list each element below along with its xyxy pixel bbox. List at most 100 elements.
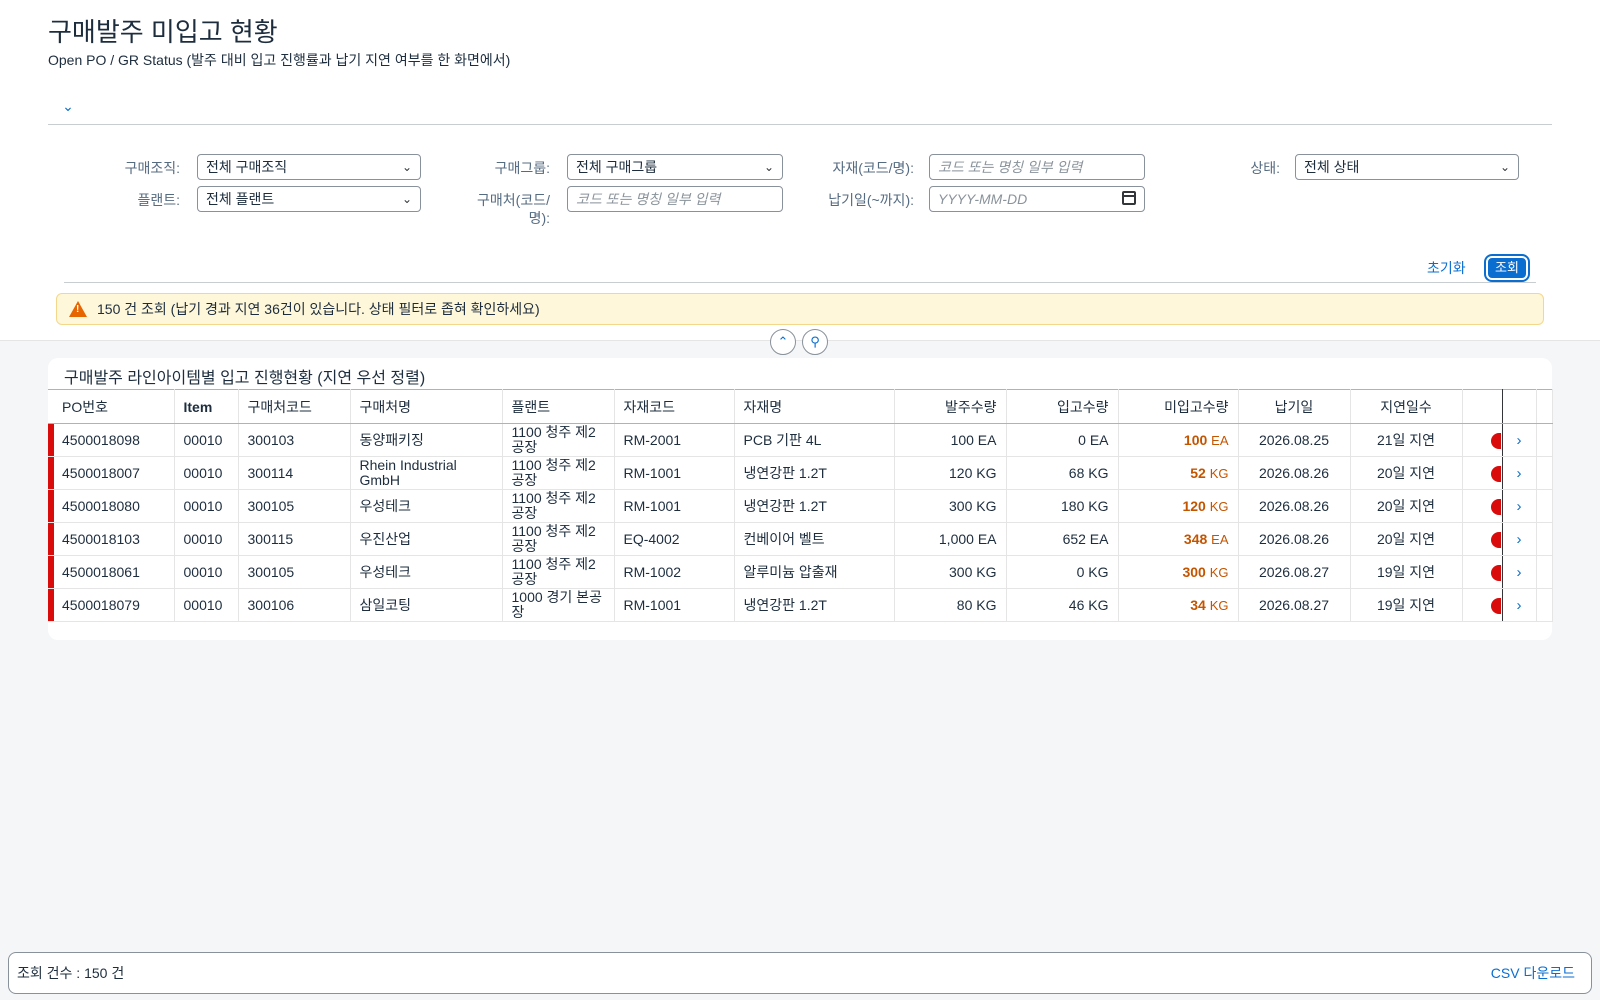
col-header-item[interactable]: Item — [174, 389, 239, 424]
table-row[interactable]: 4500018080 00010 300105 우성테크 1100 청주 제2공장 RM-… — [48, 489, 1553, 523]
delay-days: 19일 지연 — [1350, 588, 1463, 622]
status-cell — [1462, 456, 1503, 490]
row-navigation[interactable]: › — [1502, 489, 1537, 523]
vendor-code: 300105 — [238, 555, 351, 589]
row-navigation[interactable]: › — [1502, 522, 1537, 556]
item-number: 00010 — [174, 423, 239, 457]
delay-days: 20일 지연 — [1350, 489, 1463, 523]
vendor-code: 300115 — [238, 522, 351, 556]
open-qty-unit: EA — [1211, 433, 1229, 448]
status-indicator-icon — [1490, 531, 1501, 548]
col-header-spacer — [1536, 389, 1553, 424]
col-header-plant[interactable]: 플랜트 — [502, 389, 615, 424]
col-header-gr-qty[interactable]: 입고수량 — [1006, 389, 1119, 424]
po-number: 4500018080 — [48, 489, 175, 523]
order-qty: 80 KG — [894, 588, 1007, 622]
open-qty-unit: EA — [1211, 532, 1229, 547]
po-number-text: 4500018079 — [62, 597, 140, 613]
vendor-input[interactable]: 코드 또는 명칭 일부 입력 — [567, 186, 783, 212]
header-area: 구매발주 미입고 현황 Open PO / GR Status (발주 대비 입… — [0, 0, 1600, 341]
po-number: 4500018007 — [48, 456, 175, 490]
divider — [48, 124, 1552, 125]
table-row[interactable]: 4500018061 00010 300105 우성테크 1100 청주 제2공장 RM-… — [48, 555, 1553, 589]
purch-org-select[interactable]: 전체 구매조직 ⌄ — [197, 154, 421, 180]
due-date: 2026.08.26 — [1238, 522, 1351, 556]
open-qty-unit: KG — [1209, 466, 1229, 481]
table-title: 구매발주 라인아이템별 입고 진행현황 (지연 우선 정렬) — [64, 370, 426, 387]
row-navigation[interactable]: › — [1502, 588, 1537, 622]
row-navigation[interactable]: › — [1502, 423, 1537, 457]
delay-marker — [48, 589, 54, 621]
reset-button[interactable]: 초기화 — [1427, 258, 1466, 278]
chevron-right-icon: › — [1516, 431, 1522, 449]
status-cell — [1462, 555, 1503, 589]
purch-org-label: 구매조직: — [124, 160, 180, 176]
col-header-due-date[interactable]: 납기일 — [1238, 389, 1351, 424]
table-row[interactable]: 4500018007 00010 300114 Rhein Industrial Gm… — [48, 456, 1553, 490]
status-indicator-icon — [1490, 597, 1501, 614]
calendar-icon[interactable] — [1122, 191, 1136, 205]
col-header-open-qty[interactable]: 미입고수량 — [1118, 389, 1239, 424]
purch-group-label: 구매그룹: — [494, 160, 550, 176]
delivery-date-label: 납기일(~까지): — [828, 192, 914, 208]
csv-download-button[interactable]: CSV 다운로드 — [1491, 953, 1575, 993]
row-spacer — [1536, 423, 1553, 457]
status-select[interactable]: 전체 상태 ⌄ — [1295, 154, 1519, 180]
chevron-right-icon: › — [1516, 596, 1522, 614]
col-header-vendor-code[interactable]: 구매처코드 — [238, 389, 351, 424]
divider — [64, 282, 1536, 283]
col-header-material-name[interactable]: 자재명 — [734, 389, 895, 424]
vendor-name: 우성테크 — [350, 555, 503, 589]
purch-group-select[interactable]: 전체 구매그룹 ⌄ — [567, 154, 783, 180]
item-number: 00010 — [174, 456, 239, 490]
chevron-down-icon: ⌄ — [1499, 160, 1510, 174]
gr-qty: 46 KG — [1006, 588, 1119, 622]
table-row[interactable]: 4500018103 00010 300115 우진산업 1100 청주 제2공장 EQ-… — [48, 522, 1553, 556]
chevron-right-icon: › — [1516, 497, 1522, 515]
open-qty-unit: KG — [1209, 598, 1229, 613]
delivery-date-input[interactable]: YYYY-MM-DD — [929, 186, 1145, 212]
material-code: RM-1001 — [614, 489, 735, 523]
row-navigation[interactable]: › — [1502, 555, 1537, 589]
material-code: RM-1002 — [614, 555, 735, 589]
plant-label: 플랜트: — [137, 192, 180, 208]
status-cell — [1462, 423, 1503, 457]
search-button[interactable]: 조회 — [1486, 256, 1528, 280]
material-input[interactable]: 코드 또는 명칭 일부 입력 — [929, 154, 1145, 180]
item-number: 00010 — [174, 555, 239, 589]
po-number: 4500018061 — [48, 555, 175, 589]
table-row[interactable]: 4500018098 00010 300103 동양패키징 1100 청주 제2공장 RM… — [48, 423, 1553, 457]
gr-qty: 0 EA — [1006, 423, 1119, 457]
chevron-down-icon[interactable]: ⌄ — [58, 96, 78, 116]
collapse-header-button[interactable]: ⌃ — [770, 329, 796, 355]
table-row[interactable]: 4500018079 00010 300106 삼일코팅 1000 경기 본공장 RM-1… — [48, 588, 1553, 622]
pin-header-button[interactable]: ⚲ — [802, 329, 828, 355]
col-header-vendor-name[interactable]: 구매처명 — [350, 389, 503, 424]
gr-qty: 0 KG — [1006, 555, 1119, 589]
plant-select[interactable]: 전체 플랜트 ⌄ — [197, 186, 421, 212]
status-indicator-icon — [1490, 564, 1501, 581]
order-qty: 1,000 EA — [894, 522, 1007, 556]
vendor-name: 우진산업 — [350, 522, 503, 556]
status-indicator-icon — [1490, 465, 1501, 482]
warning-icon — [69, 301, 87, 317]
chevron-down-icon: ⌄ — [401, 192, 412, 206]
plant: 1000 경기 본공장 — [502, 588, 615, 622]
pin-icon: ⚲ — [810, 334, 820, 349]
po-number: 4500018098 — [48, 423, 175, 457]
col-header-po[interactable]: PO번호 — [48, 389, 175, 424]
col-header-order-qty[interactable]: 발주수량 — [894, 389, 1007, 424]
row-navigation[interactable]: › — [1502, 456, 1537, 490]
vendor-code: 300114 — [238, 456, 351, 490]
vendor-label: 구매처(코드/명): — [477, 192, 550, 226]
page-subtitle: Open PO / GR Status (발주 대비 입고 진행률과 납기 지연… — [48, 52, 511, 68]
status-value: 전체 상태 — [1304, 159, 1360, 175]
due-date: 2026.08.27 — [1238, 555, 1351, 589]
footer-bar: 조회 건수 : 150 건 CSV 다운로드 — [8, 952, 1592, 994]
col-header-material-code[interactable]: 자재코드 — [614, 389, 735, 424]
due-date: 2026.08.25 — [1238, 423, 1351, 457]
vendor-code: 300105 — [238, 489, 351, 523]
delay-days: 21일 지연 — [1350, 423, 1463, 457]
plant-value: 전체 플랜트 — [206, 191, 275, 207]
col-header-delay[interactable]: 지연일수 — [1350, 389, 1463, 424]
